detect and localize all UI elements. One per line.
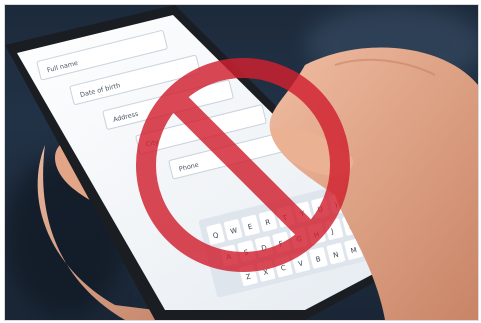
photo-illustration: Full name Date of birth Address City Pho… — [5, 5, 478, 320]
photo-scene: Full name Date of birth Address City Pho… — [4, 4, 479, 321]
